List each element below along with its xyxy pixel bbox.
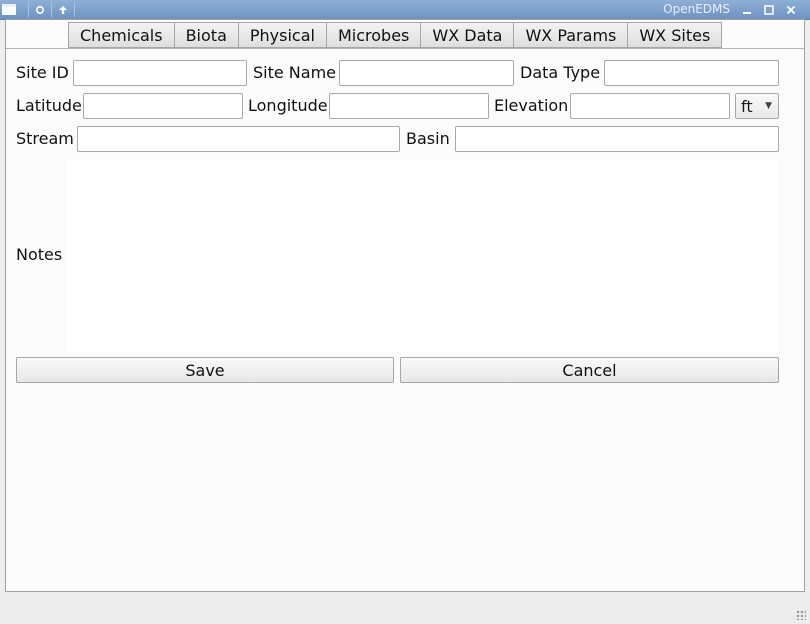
site-name-label: Site Name [253,63,337,82]
latitude-input[interactable] [83,93,243,119]
basin-input[interactable] [455,126,779,152]
save-button[interactable]: Save [16,357,394,383]
elevation-unit-value: ft [741,96,753,116]
latitude-label: Latitude [16,96,82,115]
stream-input[interactable] [77,126,400,152]
tab-biota[interactable]: Biota [174,22,239,48]
cancel-button[interactable]: Cancel [400,357,779,383]
title-bar: OpenEDMS [0,0,810,20]
main-window: Chemicals Biota Physical Microbes WX Dat… [5,19,805,592]
tab-wx-params[interactable]: WX Params [514,22,629,48]
site-id-input[interactable] [73,60,247,86]
window-menu-icon[interactable] [0,2,18,17]
stream-label: Stream [16,129,74,148]
site-name-input[interactable] [339,60,514,86]
tab-wx-sites[interactable]: WX Sites [628,22,723,48]
minimize-icon[interactable] [738,2,756,17]
longitude-label: Longitude [248,96,328,115]
tab-wx-data[interactable]: WX Data [421,22,515,48]
elevation-input[interactable] [570,93,730,119]
basin-label: Basin [406,129,450,148]
elevation-label: Elevation [494,96,569,115]
tab-chemicals[interactable]: Chemicals [68,22,175,48]
notes-label: Notes [16,245,63,264]
window-title: OpenEDMS [663,2,730,16]
longitude-input[interactable] [329,93,489,119]
resize-grip-icon[interactable] [796,610,806,620]
site-id-label: Site ID [16,63,69,82]
pin-icon[interactable] [31,2,49,17]
data-type-input[interactable] [604,60,779,86]
maximize-icon[interactable] [760,2,778,17]
notes-textarea[interactable] [67,160,779,352]
tab-physical[interactable]: Physical [238,22,327,48]
data-type-label: Data Type [520,63,601,82]
elevation-unit-dropdown[interactable]: ft ▼ [735,93,779,119]
chevron-down-icon: ▼ [765,101,772,111]
close-icon[interactable] [782,2,800,17]
tab-microbes[interactable]: Microbes [326,22,422,48]
tab-bar: Chemicals Biota Physical Microbes WX Dat… [68,22,723,49]
status-bar [0,594,810,624]
keep-above-icon[interactable] [54,2,72,17]
